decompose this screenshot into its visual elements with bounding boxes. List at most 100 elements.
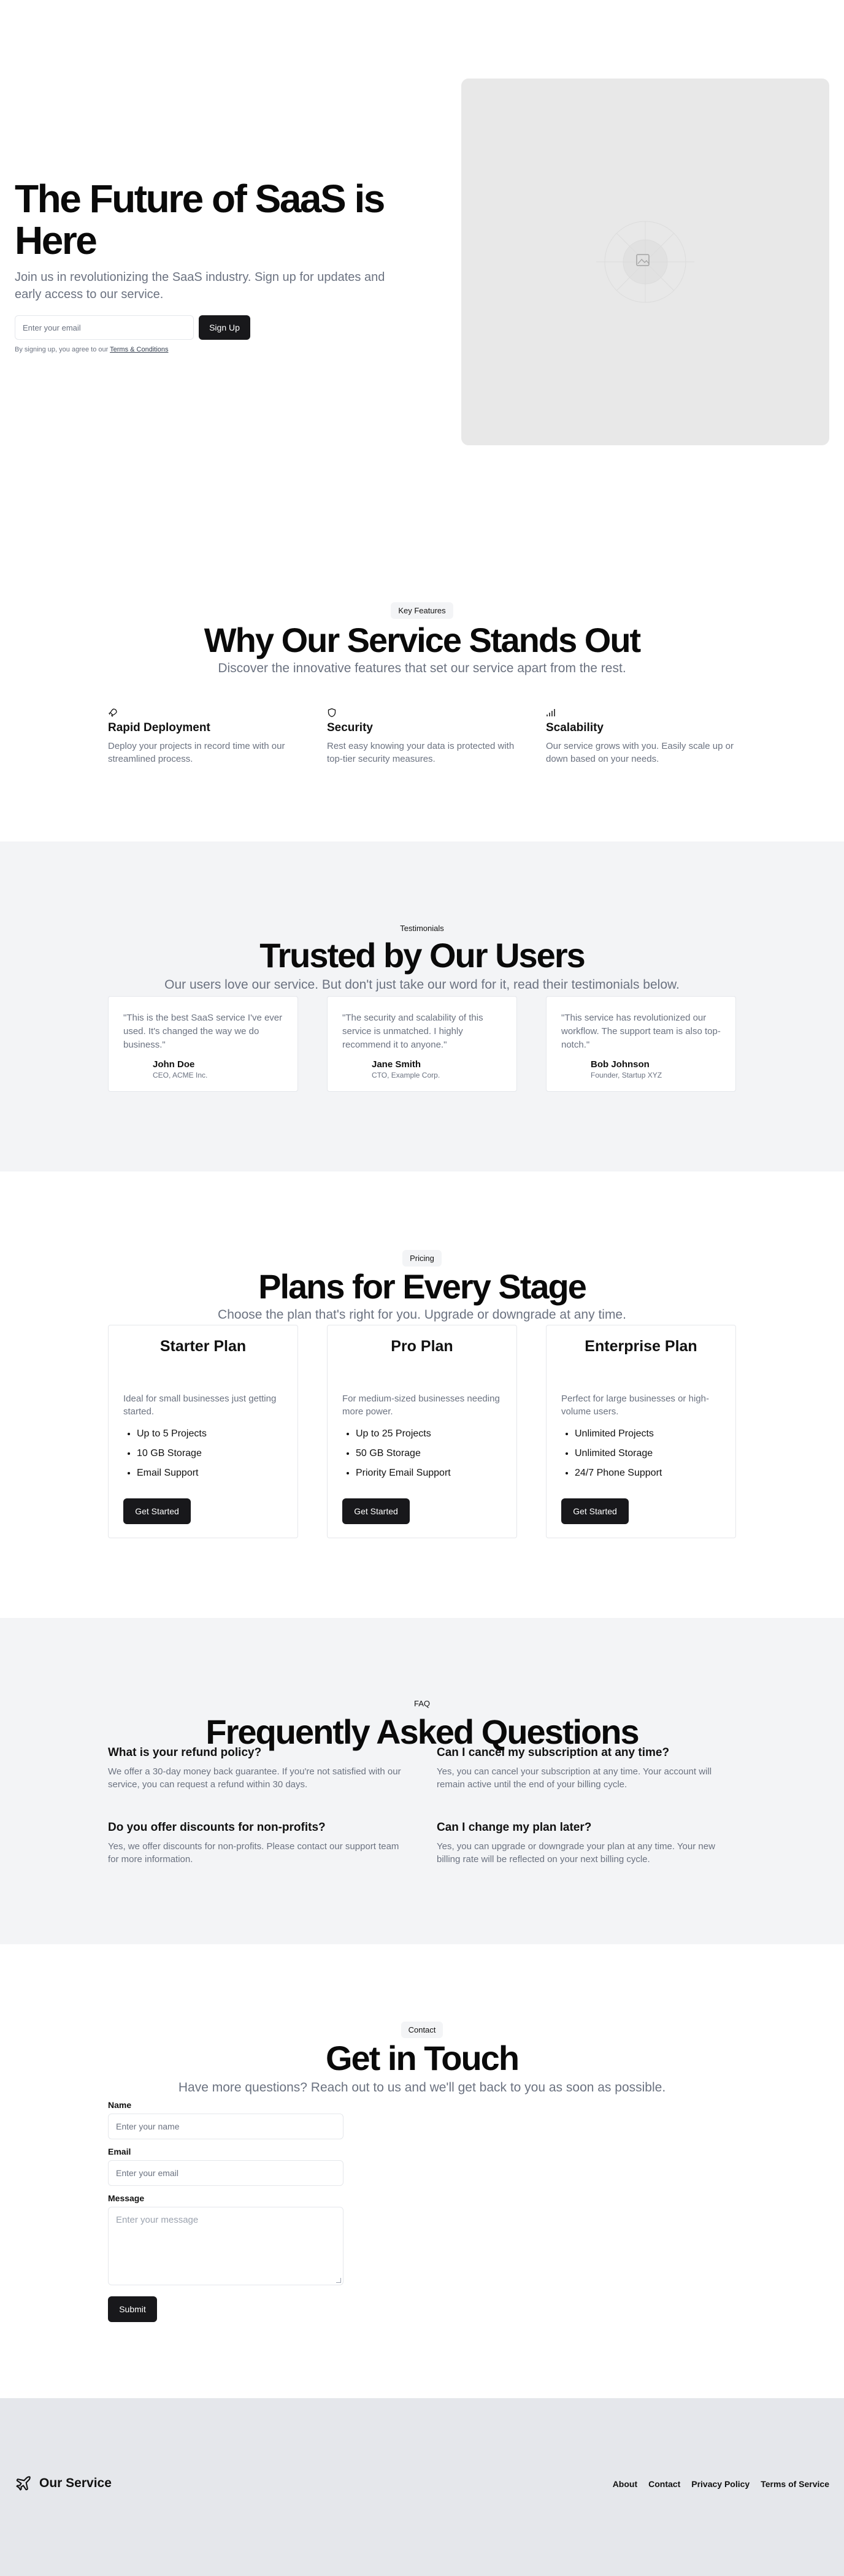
plan-feature: Up to 5 Projects	[137, 1424, 283, 1444]
terms-note: By signing up, you agree to our Terms & …	[15, 346, 407, 353]
contact-badge-wrap: Contact	[0, 2022, 844, 2038]
terms-prefix: By signing up, you agree to our	[15, 346, 109, 353]
testimonial-author: Bob Johnson Founder, Startup XYZ	[561, 1059, 721, 1079]
shield-icon	[328, 708, 336, 718]
testimonial-quote: "This is the best SaaS service I've ever…	[123, 1013, 283, 1050]
email-label: Email	[108, 2147, 131, 2156]
hero-subtitle: Join us in revolutionizing the SaaS indu…	[15, 270, 385, 301]
feature-title: Security	[327, 721, 373, 734]
contact-badge: Contact	[401, 2022, 443, 2038]
author-role: CTO, Example Corp.	[372, 1071, 440, 1079]
author-name: John Doe	[153, 1059, 195, 1070]
testimonials-section: Testimonials Trusted by Our Users Our us…	[0, 841, 844, 1171]
hero-image-placeholder	[461, 79, 829, 445]
faq-question: What is your refund policy?	[108, 1746, 262, 1759]
pricing-badge-wrap: Pricing	[0, 1250, 844, 1267]
testimonial-card: "This is the best SaaS service I've ever…	[108, 996, 298, 1092]
footer-link-about[interactable]: About	[613, 2479, 637, 2489]
author-name: Bob Johnson	[591, 1059, 650, 1070]
name-input[interactable]: Enter your name	[108, 2114, 343, 2139]
plan-description: Ideal for small businesses just getting …	[123, 1393, 277, 1417]
footer-nav: About Contact Privacy Policy Terms of Se…	[613, 2479, 829, 2489]
author-role: CEO, ACME Inc.	[153, 1071, 208, 1079]
plan-feature: Priority Email Support	[356, 1463, 502, 1483]
faq-item: Can I change my plan later? Yes, you can…	[437, 1820, 731, 1866]
author-role: Founder, Startup XYZ	[591, 1071, 662, 1079]
testimonials-badge-wrap: Testimonials	[0, 920, 844, 937]
feature-title: Scalability	[546, 721, 604, 734]
message-label: Message	[108, 2193, 145, 2203]
features-title: Why Our Service Stands Out	[204, 621, 641, 659]
feature-security: Security Rest easy knowing your data is …	[327, 708, 517, 765]
rocket-icon	[109, 708, 117, 717]
features-subtitle: Discover the innovative features that se…	[218, 661, 626, 675]
plan-name: Starter Plan	[159, 1338, 247, 1355]
footer-link-contact[interactable]: Contact	[648, 2479, 680, 2489]
email-input[interactable]: Enter your email	[108, 2160, 343, 2186]
name-label: Name	[108, 2100, 132, 2110]
faq-question: Can I change my plan later?	[437, 1821, 592, 1834]
testimonial-card: "The security and scalability of this se…	[327, 996, 517, 1092]
get-started-button[interactable]: Get Started	[561, 1498, 629, 1524]
plan-feature: Email Support	[137, 1463, 283, 1483]
plan-features: Unlimited Projects Unlimited Storage 24/…	[561, 1424, 721, 1483]
sign-up-button[interactable]: Sign Up	[199, 315, 250, 340]
plan-card-pro: Pro Plan For medium-sized businesses nee…	[327, 1325, 517, 1538]
contact-section: Contact Get in Touch Have more questions…	[0, 1944, 844, 2398]
hero-title: The Future of SaaS is Here	[15, 177, 385, 263]
testimonials-title: Trusted by Our Users	[259, 936, 586, 975]
get-started-button[interactable]: Get Started	[342, 1498, 410, 1524]
plan-name: Pro Plan	[391, 1338, 453, 1355]
plane-icon	[16, 2476, 31, 2491]
plan-description: For medium-sized businesses needing more…	[342, 1393, 500, 1417]
pricing-title: Plans for Every Stage	[258, 1267, 587, 1306]
plan-feature: 24/7 Phone Support	[575, 1463, 721, 1483]
testimonial-author: John Doe CEO, ACME Inc.	[123, 1059, 283, 1079]
testimonial-card: "This service has revolutionized our wor…	[546, 996, 736, 1092]
bar-chart-icon	[547, 709, 555, 716]
footer-link-privacy[interactable]: Privacy Policy	[691, 2479, 750, 2489]
get-started-button[interactable]: Get Started	[123, 1498, 191, 1524]
plan-card-enterprise: Enterprise Plan Perfect for large busine…	[546, 1325, 736, 1538]
footer-brand-name: Our Service	[39, 2476, 112, 2490]
faq-answer: Yes, you can cancel your subscription at…	[437, 1766, 712, 1790]
image-placeholder-icon	[596, 221, 694, 303]
features-badge-wrap: Key Features	[0, 602, 844, 619]
hero-content: The Future of SaaS is Here Join us in re…	[15, 178, 407, 353]
testimonial-author: Jane Smith CTO, Example Corp.	[342, 1059, 502, 1079]
feature-rapid-deployment: Rapid Deployment Deploy your projects in…	[108, 708, 298, 765]
faq-badge-wrap: FAQ	[0, 1695, 844, 1712]
feature-scalability: Scalability Our service grows with you. …	[546, 708, 736, 765]
contact-title: Get in Touch	[325, 2039, 520, 2077]
plan-description: Perfect for large businesses or high-vol…	[561, 1393, 709, 1417]
plan-card-starter: Starter Plan Ideal for small businesses …	[108, 1325, 298, 1538]
message-textarea[interactable]: Enter your message	[108, 2207, 343, 2285]
hero-section: The Future of SaaS is Here Join us in re…	[0, 0, 844, 524]
submit-button[interactable]: Submit	[108, 2296, 157, 2322]
testimonial-quote: "The security and scalability of this se…	[342, 1013, 483, 1050]
faq-badge: FAQ	[413, 1699, 430, 1708]
author-name: Jane Smith	[372, 1059, 421, 1070]
plan-feature: Unlimited Storage	[575, 1444, 721, 1463]
terms-link[interactable]: Terms & Conditions	[110, 346, 168, 353]
faq-section: FAQ Frequently Asked Questions What is y…	[0, 1618, 844, 1944]
footer-brand[interactable]: Our Service	[15, 2475, 112, 2492]
faq-question: Can I cancel my subscription at any time…	[437, 1746, 670, 1759]
plan-features: Up to 25 Projects 50 GB Storage Priority…	[342, 1424, 502, 1483]
footer-link-terms[interactable]: Terms of Service	[761, 2479, 829, 2489]
resize-handle-icon[interactable]	[336, 2278, 341, 2283]
faq-title: Frequently Asked Questions	[205, 1712, 639, 1751]
testimonials-subtitle: Our users love our service. But don't ju…	[164, 978, 680, 992]
hero-email-input[interactable]: Enter your email	[15, 315, 194, 340]
feature-description: Rest easy knowing your data is protected…	[327, 741, 515, 764]
faq-item: Can I cancel my subscription at any time…	[437, 1746, 731, 1791]
faq-answer: Yes, you can upgrade or downgrade your p…	[437, 1841, 715, 1865]
pricing-subtitle: Choose the plan that's right for you. Up…	[218, 1308, 626, 1322]
footer: Our Service About Contact Privacy Policy…	[0, 2398, 844, 2576]
features-badge: Key Features	[391, 602, 453, 619]
testimonials-badge: Testimonials	[400, 924, 444, 933]
feature-title: Rapid Deployment	[108, 721, 210, 734]
feature-description: Our service grows with you. Easily scale…	[546, 741, 734, 764]
plan-feature: 10 GB Storage	[137, 1444, 283, 1463]
faq-item: What is your refund policy? We offer a 3…	[108, 1746, 402, 1791]
